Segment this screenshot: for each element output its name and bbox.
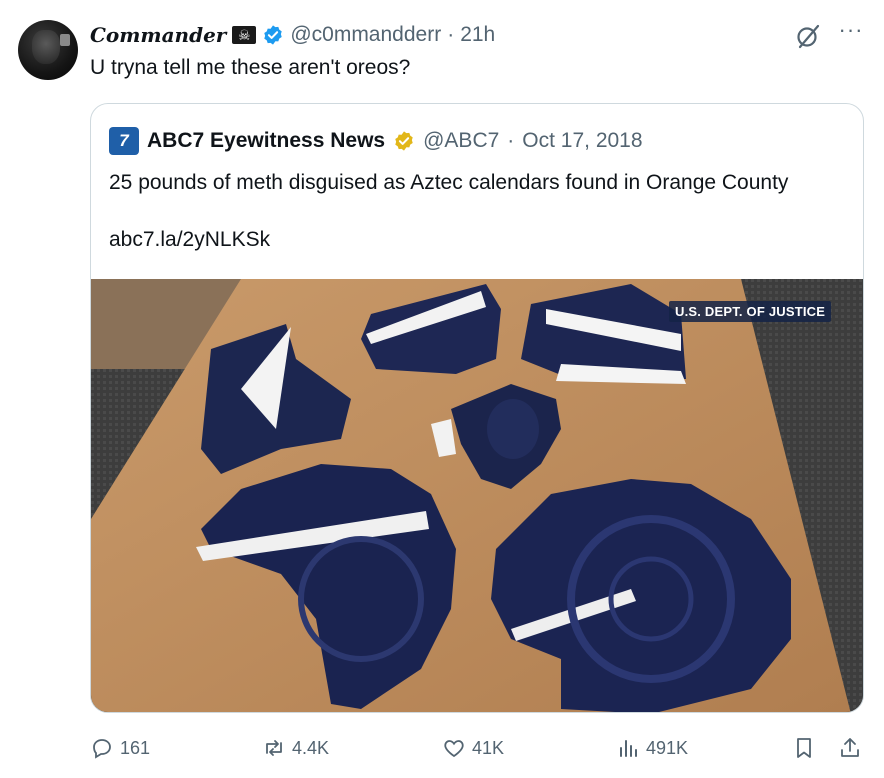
quoted-header: 7 ABC7 Eyewitness News @ABC7 · Oct 17, 2… [109,126,643,156]
repost-button[interactable]: 4.4K [262,730,329,766]
abc7-logo: 7 [109,127,139,155]
display-name[interactable]: Commander [90,23,226,47]
reply-button[interactable]: 161 [90,730,150,766]
tweet-header: Commander ☠ @c0mmandderr · 21h [90,20,495,50]
verified-badge-icon[interactable] [262,24,284,46]
quoted-tweet[interactable]: 7 ABC7 Eyewitness News @ABC7 · Oct 17, 2… [90,103,864,713]
reply-count: 161 [120,737,151,758]
views-icon [620,740,637,757]
quoted-handle: @ABC7 [423,129,500,152]
share-icon [841,738,859,757]
like-icon [444,740,464,758]
gold-badge-icon [395,131,413,151]
avatar-mark [60,34,70,46]
flag-icon: ☠ [232,26,257,44]
media-illustration [91,279,863,712]
separator-dot: · [447,23,455,46]
views-button[interactable]: 491K [616,730,688,766]
repost-icon [266,740,282,756]
quoted-link[interactable]: abc7.la/2yNLKSk [109,228,270,252]
tweet-text: U tryna tell me these aren't oreos? [90,56,411,79]
repost-count: 4.4K [292,737,330,758]
media-watermark: U.S. DEPT. OF JUSTICE [669,301,832,322]
reply-icon [93,739,111,759]
avatar[interactable] [18,20,78,80]
bookmark-icon [797,738,811,758]
quoted-text: 25 pounds of meth disguised as Aztec cal… [109,171,789,194]
like-count: 41K [472,737,505,758]
avatar-face [32,30,60,64]
quoted-display-name: ABC7 Eyewitness News [147,129,386,152]
tweet: Commander ☠ @c0mmandderr · 21h U tryna t… [0,0,884,778]
handle[interactable]: @c0mmandderr [290,23,441,47]
bookmark-button[interactable] [792,730,816,766]
quoted-media-photo[interactable]: U.S. DEPT. OF JUSTICE [91,279,863,712]
share-button[interactable] [838,730,862,766]
quoted-separator-dot: · [507,129,515,152]
action-bar: 161 4.4K 41K 491K [0,730,884,766]
like-button[interactable]: 41K [442,730,504,766]
grok-icon[interactable] [794,22,822,50]
more-icon[interactable]: ··· [836,18,866,48]
views-count: 491K [646,737,689,758]
quoted-date: Oct 17, 2018 [522,129,643,152]
timestamp[interactable]: 21h [460,23,495,47]
